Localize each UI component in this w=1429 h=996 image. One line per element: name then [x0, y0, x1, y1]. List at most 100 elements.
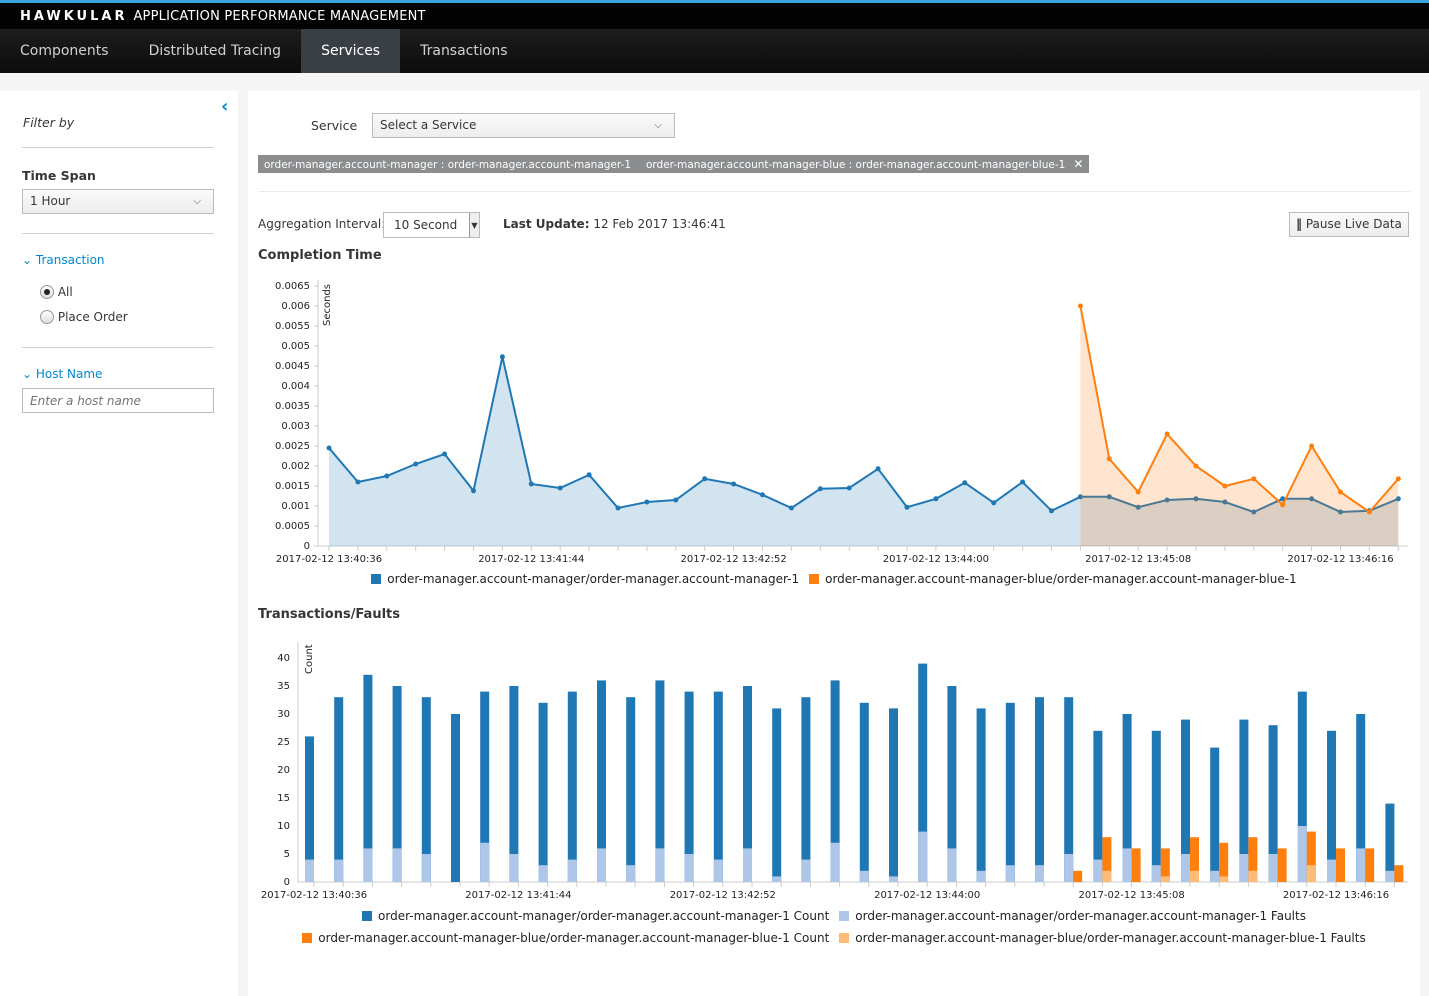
data-point	[499, 354, 505, 360]
service-select[interactable]: Select a Service ⌵	[372, 113, 675, 138]
legend-item: order-manager.account-manager/order-mana…	[362, 909, 829, 923]
service-label: Service	[311, 118, 358, 133]
fault-bar	[1268, 854, 1278, 882]
x-tick-label: 2017-02-12 13:41:44	[465, 890, 571, 901]
data-point	[817, 486, 823, 492]
y-axis-label: Seconds	[322, 284, 333, 326]
x-tick-label: 2017-02-12 13:45:08	[1078, 890, 1184, 901]
brand-logo: HAWKULAR	[20, 9, 128, 24]
data-point	[644, 499, 650, 505]
pause-icon: ‖	[1296, 217, 1302, 231]
main-nav: Components Distributed Tracing Services …	[0, 29, 1429, 73]
legend-label: order-manager.account-manager-blue/order…	[318, 931, 830, 945]
fault-bar	[1064, 854, 1074, 882]
x-tick-label: 2017-02-12 13:40:36	[261, 890, 367, 901]
count-bar	[1365, 848, 1375, 882]
x-tick-label: 2017-02-12 13:46:16	[1287, 554, 1393, 565]
fault-bar	[1327, 859, 1336, 882]
legend-item: order-manager.account-manager-blue/order…	[839, 931, 1366, 945]
fault-bar	[363, 848, 373, 882]
fault-bar	[743, 848, 752, 882]
y-tick-label: 0.004	[281, 381, 310, 392]
radio-all[interactable]: All	[40, 285, 73, 302]
last-update-value: 12 Feb 2017 13:46:41	[593, 217, 726, 231]
y-tick-label: 0.0025	[275, 441, 310, 452]
last-update: Last Update: 12 Feb 2017 13:46:41	[503, 217, 726, 231]
data-point	[1106, 456, 1112, 462]
transaction-section-toggle[interactable]: ⌄ Transaction	[22, 253, 105, 267]
pause-live-data-button[interactable]: ‖ Pause Live Data	[1289, 212, 1409, 237]
caret-down-icon: ▼	[469, 213, 479, 237]
data-point	[875, 466, 881, 472]
fault-bar	[1356, 848, 1366, 882]
chevron-down-icon: ⌵	[193, 196, 201, 207]
y-tick-label: 0.002	[281, 461, 310, 472]
fault-bar	[1239, 854, 1249, 882]
host-name-section-toggle[interactable]: ⌄ Host Name	[22, 367, 102, 381]
legend-item: order-manager.account-manager-blue/order…	[302, 931, 829, 945]
radio-all-input[interactable]	[40, 285, 54, 299]
radio-place-order-label: Place Order	[57, 310, 128, 324]
remove-tag-icon[interactable]: ✕	[1073, 157, 1083, 171]
y-tick-label: 0	[304, 541, 310, 552]
y-tick-label: 10	[277, 821, 290, 832]
data-point	[846, 485, 852, 491]
fault-bar	[1219, 876, 1229, 882]
count-bar	[1336, 848, 1345, 882]
radio-all-label: All	[57, 285, 73, 299]
completion-time-chart: 0 0.0005 0.001 0.0015 0.002 0.0025 0.003 0.0035…	[275, 280, 1408, 565]
fault-bar	[509, 854, 519, 882]
transactions-faults-legend-row2: order-manager.account-manager-blue/order…	[258, 931, 1410, 945]
host-name-input[interactable]	[22, 388, 214, 413]
fault-bar	[597, 848, 606, 882]
transactions-faults-title: Transactions/Faults	[258, 607, 400, 622]
radio-place-order[interactable]: Place Order	[40, 310, 128, 327]
fault-bar	[859, 870, 869, 882]
fault-bar	[684, 854, 694, 882]
fault-bar	[1190, 870, 1199, 882]
data-point	[442, 451, 448, 457]
fault-bar	[1160, 876, 1170, 882]
fault-bar	[1122, 848, 1132, 882]
data-point	[1077, 303, 1083, 309]
data-point	[355, 479, 361, 485]
radio-place-order-input[interactable]	[40, 310, 54, 324]
data-point	[528, 481, 534, 487]
data-point	[1251, 476, 1257, 482]
count-bar	[567, 691, 577, 882]
count-bar	[976, 708, 986, 882]
nav-components[interactable]: Components	[0, 29, 129, 73]
y-tick-label: 0.003	[281, 421, 310, 432]
count-bar	[889, 708, 898, 882]
transactions-faults-legend: order-manager.account-manager/order-mana…	[258, 909, 1410, 923]
data-point	[673, 497, 679, 503]
count-bar	[1005, 702, 1015, 882]
time-span-select[interactable]: 1 Hour ⌵	[22, 189, 214, 214]
y-tick-label: 0.0005	[275, 521, 310, 532]
aggregation-interval-select[interactable]: 10 Second ▼	[383, 212, 480, 238]
fault-bar	[713, 859, 723, 882]
completion-time-legend: order-manager.account-manager/order-mana…	[258, 572, 1410, 586]
count-bar	[1219, 842, 1229, 882]
data-point	[904, 504, 910, 510]
collapse-sidebar-icon[interactable]: ‹	[221, 96, 228, 117]
completion-time-title: Completion Time	[258, 248, 382, 263]
legend-label: order-manager.account-manager/order-mana…	[378, 909, 830, 923]
nav-services[interactable]: Services	[301, 29, 401, 73]
fault-bar	[421, 854, 431, 882]
count-bar	[1131, 848, 1141, 882]
data-point	[1164, 431, 1170, 437]
legend-swatch	[839, 933, 850, 943]
fault-bar	[1181, 854, 1190, 882]
fault-bar	[889, 876, 898, 882]
transaction-label: Transaction	[35, 253, 105, 267]
legend-swatch	[362, 911, 373, 921]
count-bar	[1093, 730, 1103, 882]
data-point	[413, 461, 419, 467]
fault-bar	[830, 842, 840, 882]
nav-transactions[interactable]: Transactions	[400, 29, 527, 73]
fault-bar	[305, 859, 314, 882]
data-point	[731, 481, 737, 487]
count-bar	[1210, 747, 1220, 882]
nav-distributed-tracing[interactable]: Distributed Tracing	[129, 29, 301, 73]
